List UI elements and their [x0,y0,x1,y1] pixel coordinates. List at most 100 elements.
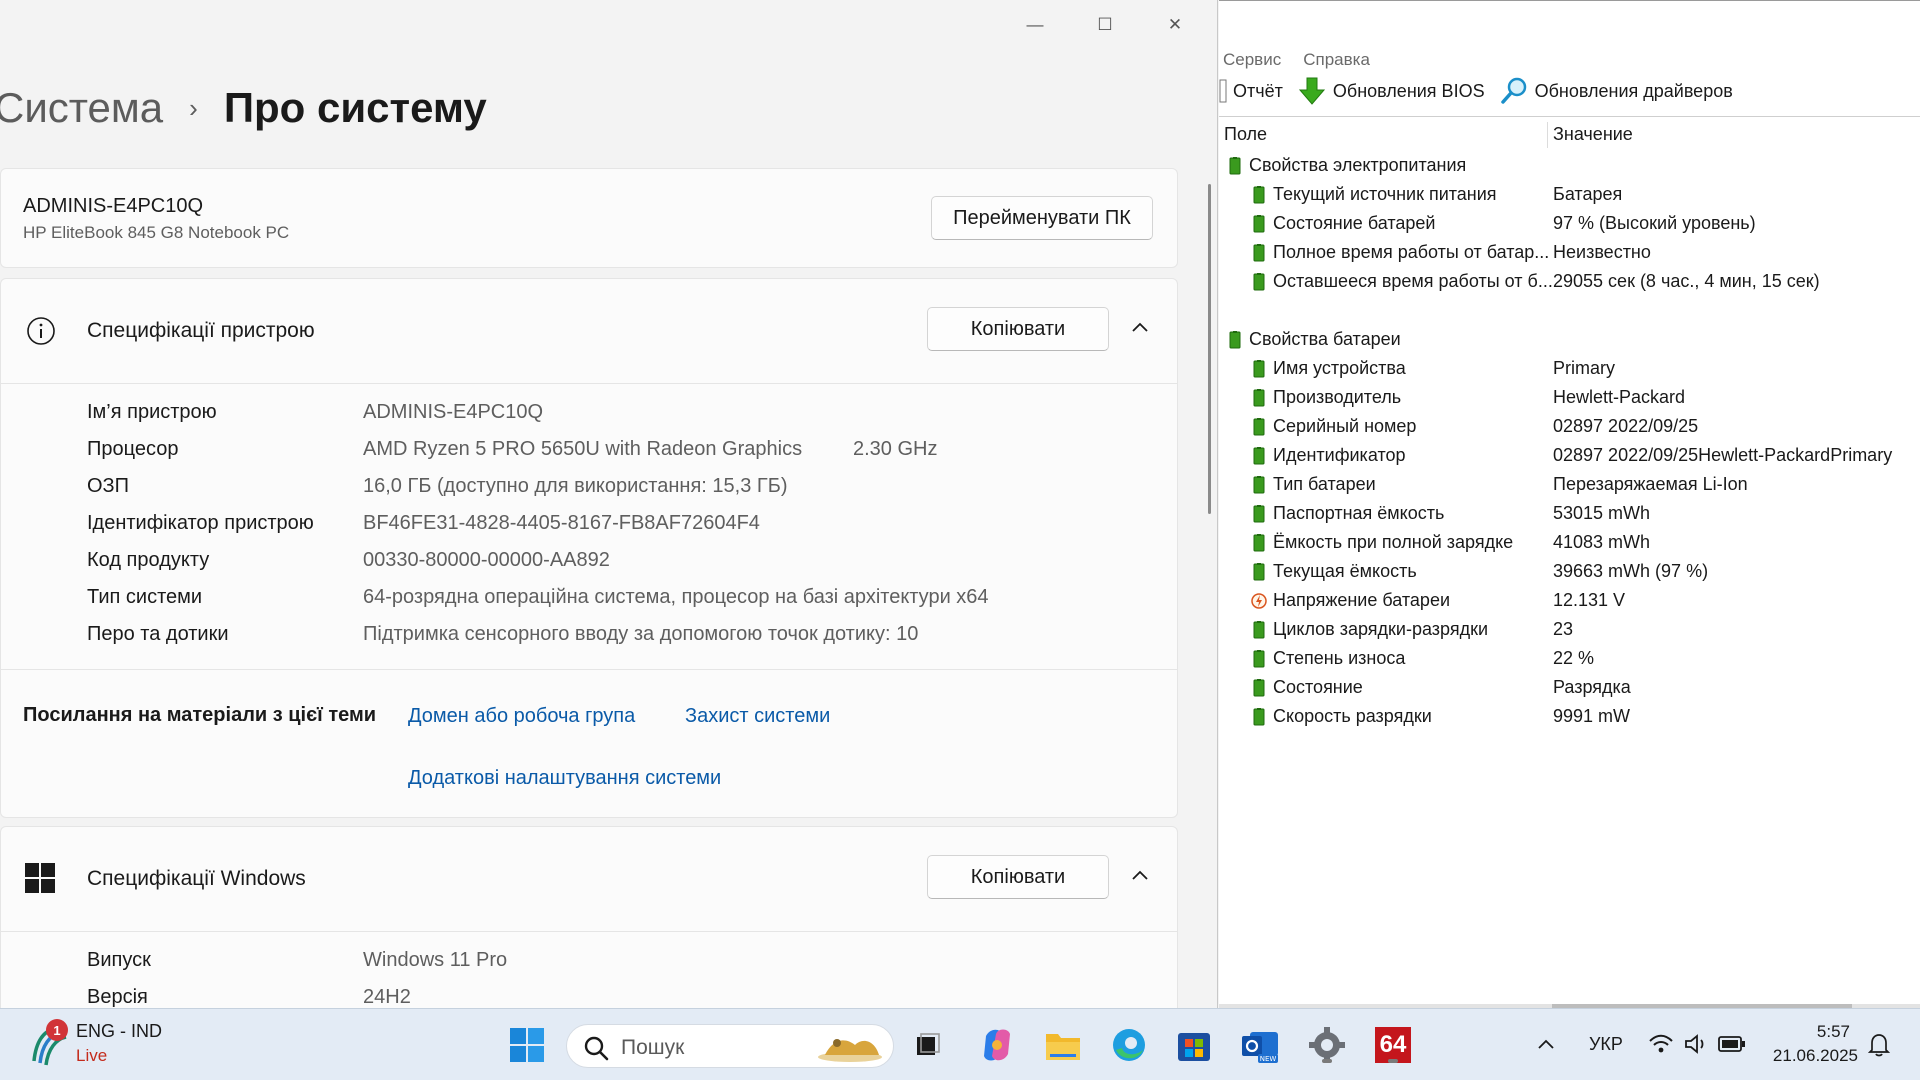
tree-item[interactable]: Текущая ёмкость [1251,561,1417,582]
group-battery-properties[interactable]: Свойства батареи [1227,329,1401,350]
tree-item[interactable]: Производитель [1251,387,1401,408]
battery-icon [1253,649,1265,667]
clock-time[interactable]: 5:57 [1817,1022,1850,1042]
link-system-protection[interactable]: Захист системи [685,705,830,728]
chevron-up-icon[interactable] [1129,865,1151,887]
copy-device-specs-button[interactable]: Копіювати [927,307,1109,351]
minimize-button[interactable]: — [1013,10,1057,40]
link-domain-workgroup[interactable]: Домен або робоча група [408,705,635,728]
wifi-icon[interactable] [1648,1033,1674,1055]
tree-field: Тип батареи [1273,474,1376,494]
widget-live-text[interactable]: Live [76,1046,107,1066]
toolbar-driver-updates[interactable]: Обновления драйверов [1499,76,1733,106]
tree-value: Перезаряжаемая Li-Ion [1553,474,1748,494]
tree-item[interactable]: Паспортная ёмкость [1251,503,1444,524]
tree-item[interactable]: Циклов зарядки-разрядки [1251,619,1488,640]
settings-app-button[interactable] [1305,1023,1349,1067]
tree-value: 53015 mWh [1553,503,1651,523]
tree-field: Циклов зарядки-разрядки [1273,619,1489,639]
windows-logo-icon [25,863,55,893]
tree-value: Неизвестно [1553,242,1651,262]
aida64-button[interactable]: 64 [1371,1023,1415,1067]
task-view-button[interactable] [906,1023,950,1067]
tree-field: Паспортная ёмкость [1273,503,1445,523]
device-specs-header[interactable]: Специфікації пристрою Копіювати [1,279,1177,383]
tree-item[interactable]: Имя устройства [1251,358,1406,379]
start-button[interactable] [505,1023,549,1067]
toolbar-report-label: Отчёт [1233,80,1283,101]
clock-date[interactable]: 21.06.2025 [1773,1046,1858,1066]
copilot-icon [984,1029,1010,1061]
rename-pc-button[interactable]: Перейменувати ПК [931,196,1153,240]
spec-value: BF46FE31-4828-4405-8167-FB8AF72604F4 [363,512,760,534]
link-advanced-system-settings[interactable]: Додаткові налаштування системи [408,767,721,790]
maximize-button[interactable]: ☐ [1083,10,1127,40]
file-explorer-button[interactable] [1041,1023,1085,1067]
widget-lang-text[interactable]: ENG - IND [76,1021,162,1042]
tree-item[interactable]: Идентификатор [1251,445,1406,466]
tree-item[interactable]: Ёмкость при полной зарядке [1251,532,1513,553]
copy-windows-specs-button[interactable]: Копіювати [927,855,1109,899]
taskbar-search[interactable]: Пошук [566,1024,894,1068]
tree-field: Состояние [1273,677,1363,697]
column-divider[interactable] [1547,122,1548,148]
tree-item[interactable]: Скорость разрядки [1251,706,1432,727]
edge-button[interactable] [1107,1023,1151,1067]
column-header-field[interactable]: Поле [1224,124,1267,145]
spec-processor-speed: 2.30 GHz [853,438,938,460]
tree-item[interactable]: Состояние [1251,677,1363,698]
input-language[interactable]: УКР [1589,1034,1623,1055]
toolbar-report[interactable]: Отчёт [1219,78,1283,104]
windows-specs-title: Специфікації Windows [87,867,306,890]
tree-item[interactable]: Тип батареи [1251,474,1376,495]
spec-value: 64-розрядна операційна система, процесор… [363,586,989,608]
device-specs-card: Специфікації пристрою Копіювати Ім’я при… [0,278,1178,818]
tree-item[interactable]: Степень износа [1251,648,1405,669]
tree-value: 02897 2022/09/25Hewlett-PackardPrimary [1553,445,1893,465]
tree-item[interactable]: Полное время работы от батар... [1251,242,1549,263]
copilot-button[interactable] [975,1023,1019,1067]
breadcrumb-parent[interactable]: Система [0,84,163,132]
tree-value: 12.131 V [1553,590,1626,610]
spec-label: Версія [87,986,148,1008]
tree-field: Текущая ёмкость [1273,561,1417,581]
tree-item[interactable]: Напряжение батареи [1251,590,1450,611]
toolbar-bios-label: Обновления BIOS [1332,80,1485,101]
tree-value: 22 % [1553,648,1595,668]
group-title: Свойства батареи [1249,329,1401,349]
search-placeholder: Пошук [621,1036,685,1059]
battery-status-icon[interactable] [1718,1035,1746,1053]
tree-value: 41083 mWh [1553,532,1651,552]
battery-icon [1253,620,1265,638]
close-button[interactable]: ✕ [1153,10,1197,40]
breadcrumb-separator: › [189,92,198,123]
window-controls: — ☐ ✕ [1013,10,1197,40]
outlook-new-icon: NEW [1242,1032,1278,1063]
windows-specs-header[interactable]: Специфікації Windows Копіювати [1,827,1177,931]
battery-icon [1253,504,1265,522]
task-view-icon [917,1033,940,1055]
spec-value: AMD Ryzen 5 PRO 5650U with Radeon Graphi… [363,438,803,460]
tree-value: 29055 сек (8 час., 4 мин, 15 сек) [1553,271,1820,291]
tree-item[interactable]: Текущий источник питания [1251,184,1497,205]
group-power-properties[interactable]: Свойства электропитания [1227,155,1466,176]
notification-bell-icon[interactable] [1868,1033,1890,1057]
aida-toolbar: Отчёт Обновления BIOS Обновления драйвер… [1219,76,1920,106]
store-button[interactable] [1172,1023,1216,1067]
menu-service[interactable]: Сервис [1223,50,1281,70]
battery-icon [1253,388,1265,406]
scrollbar[interactable] [1208,184,1211,514]
tree-item[interactable]: Оставшееся время работы от б... [1251,271,1553,292]
volume-icon[interactable] [1684,1033,1708,1055]
column-header-value[interactable]: Значение [1553,124,1633,145]
chevron-up-icon[interactable] [1536,1035,1556,1055]
tree-item[interactable]: Состояние батарей [1251,213,1435,234]
outlook-button[interactable]: NEW [1238,1023,1282,1067]
toolbar-bios-updates[interactable]: Обновления BIOS [1297,76,1485,106]
tree-item[interactable]: Серийный номер [1251,416,1416,437]
taskbar: 1 ENG - IND Live Пошук NEW 64 УКР 5:57 2… [0,1008,1920,1080]
spec-label: Код продукту [87,549,210,571]
chevron-up-icon[interactable] [1129,317,1151,339]
tree-field: Скорость разрядки [1273,706,1432,726]
menu-help[interactable]: Справка [1303,50,1370,70]
